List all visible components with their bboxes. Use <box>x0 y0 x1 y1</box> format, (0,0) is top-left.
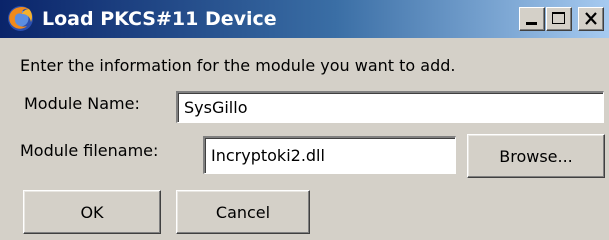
module-name-label: Module Name: <box>24 94 140 113</box>
instruction-text: Enter the information for the module you… <box>20 56 456 75</box>
minimize-button[interactable] <box>519 7 545 31</box>
minimize-icon <box>526 22 537 25</box>
module-filename-label: Module filename: <box>20 141 159 160</box>
cancel-button[interactable]: Cancel <box>176 190 310 234</box>
module-filename-input[interactable] <box>203 136 456 174</box>
close-button[interactable] <box>578 7 604 31</box>
ok-button[interactable]: OK <box>23 190 161 234</box>
window-title: Load PKCS#11 Device <box>42 8 277 30</box>
title-bar[interactable]: Load PKCS#11 Device <box>0 0 609 38</box>
module-name-input[interactable] <box>176 91 604 123</box>
browse-button[interactable]: Browse... <box>467 134 605 178</box>
close-icon <box>585 12 597 25</box>
maximize-icon <box>552 12 565 24</box>
maximize-button[interactable] <box>546 7 572 31</box>
firefox-icon <box>7 5 34 32</box>
load-pkcs11-device-dialog: Load PKCS#11 Device Enter the informatio… <box>0 0 609 240</box>
